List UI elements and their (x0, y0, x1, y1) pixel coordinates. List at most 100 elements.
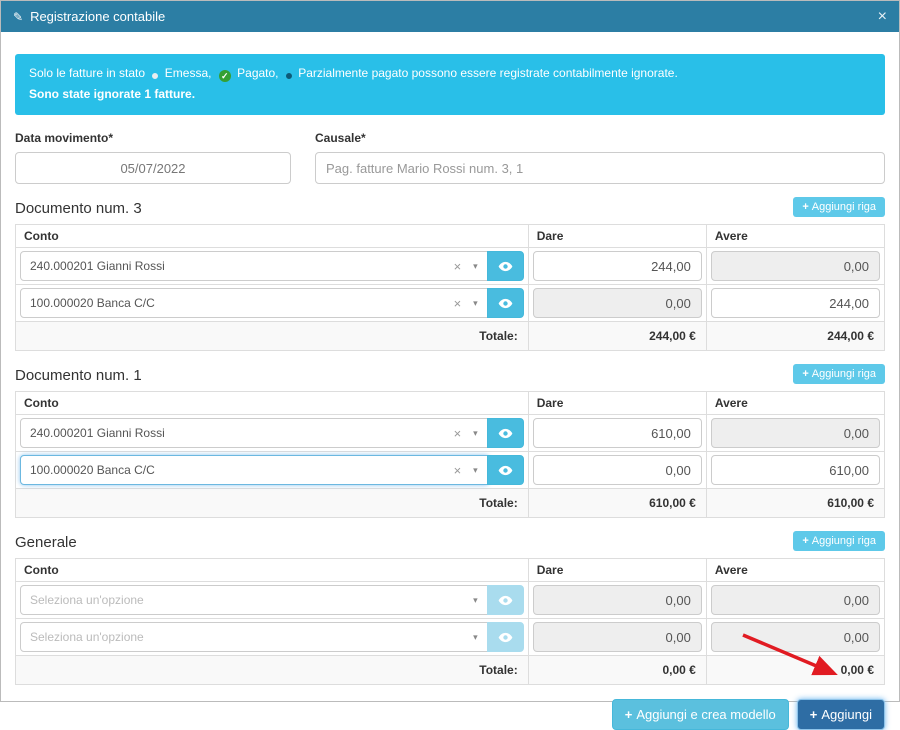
conto-select-value: 240.000201 Gianni Rossi (30, 259, 454, 273)
alert-line-2: Sono state ignorate 1 fatture. (29, 84, 871, 105)
pagato-status-icon: ✓ (219, 70, 231, 82)
chevron-down-icon: ▾ (473, 465, 478, 476)
column-header-conto: Conto (16, 559, 529, 582)
totale-avere: 610,00 € (706, 489, 884, 518)
conto-select[interactable]: Seleziona un'opzione ▾ (20, 585, 488, 615)
dare-input[interactable] (533, 251, 702, 281)
conto-select-value: 100.000020 Banca C/C (30, 463, 454, 477)
aggiungi-e-crea-modello-button[interactable]: +Aggiungi e crea modello (612, 699, 789, 730)
clear-icon[interactable]: × (454, 259, 462, 274)
status-parziale-label: Parzialmente pagato (298, 66, 408, 80)
alert-line-1: Solo le fatture in stato Emessa, ✓ Pagat… (29, 63, 871, 84)
eye-icon (498, 428, 513, 439)
causale-field: Causale* (315, 131, 885, 184)
table-row: 100.000020 Banca C/C × ▾ (16, 452, 885, 489)
table-row: 100.000020 Banca C/C × ▾ (16, 285, 885, 322)
emessa-status-icon (152, 73, 158, 79)
avere-input[interactable] (711, 288, 880, 318)
dare-input[interactable] (533, 455, 702, 485)
clear-icon[interactable]: × (454, 463, 462, 478)
conto-select-placeholder: Seleziona un'opzione (30, 593, 473, 607)
data-movimento-input[interactable] (15, 152, 291, 184)
plus-icon: + (802, 535, 808, 547)
section-generale: Generale +Aggiungi riga Conto Dare Avere… (15, 531, 885, 685)
column-header-conto: Conto (16, 225, 529, 248)
section-documento-3: Documento num. 3 + Aggiungi riga Conto Da… (15, 197, 885, 351)
add-row-label: Aggiungi riga (812, 368, 876, 380)
column-header-dare: Dare (528, 559, 706, 582)
accounting-table: Conto Dare Avere 240.000201 Gianni Rossi… (15, 224, 885, 351)
alert-end-text: possono essere registrate contabilmente … (412, 66, 678, 80)
totale-row: Totale: 0,00 € 0,00 € (16, 656, 885, 685)
eye-icon (498, 261, 513, 272)
chevron-down-icon: ▾ (473, 595, 478, 606)
view-account-button (487, 622, 524, 652)
aggiungi-label: Aggiungi (821, 707, 872, 722)
modal-header: ✎ Registrazione contabile × (1, 1, 899, 32)
view-account-button[interactable] (487, 418, 524, 448)
conto-select[interactable]: 240.000201 Gianni Rossi × ▾ (20, 418, 488, 448)
conto-select[interactable]: 240.000201 Gianni Rossi × ▾ (20, 251, 488, 281)
plus-icon: + (802, 368, 808, 380)
add-row-button[interactable]: + Aggiungi riga (793, 364, 885, 384)
section-title: Documento num. 1 (15, 367, 142, 384)
eye-icon (498, 298, 513, 309)
totale-row: Totale: 610,00 € 610,00 € (16, 489, 885, 518)
table-row: Seleziona un'opzione ▾ (16, 582, 885, 619)
section-title: Documento num. 3 (15, 200, 142, 217)
plus-icon: + (802, 201, 808, 213)
column-header-avere: Avere (706, 559, 884, 582)
table-row: 240.000201 Gianni Rossi × ▾ (16, 415, 885, 452)
accounting-table: Conto Dare Avere 240.000201 Gianni Rossi… (15, 391, 885, 518)
view-account-button[interactable] (487, 455, 524, 485)
column-header-dare: Dare (528, 392, 706, 415)
chevron-down-icon: ▾ (473, 261, 478, 272)
pencil-icon: ✎ (13, 10, 23, 24)
avere-input[interactable] (711, 455, 880, 485)
close-icon[interactable]: × (878, 9, 887, 25)
view-account-button[interactable] (487, 288, 524, 318)
conto-select[interactable]: 100.000020 Banca C/C × ▾ (20, 288, 488, 318)
conto-select[interactable]: 100.000020 Banca C/C × ▾ (20, 455, 488, 485)
modal-title: Registrazione contabile (30, 9, 878, 24)
column-header-avere: Avere (706, 225, 884, 248)
eye-icon (498, 465, 513, 476)
form-row: Data movimento* Causale* (15, 131, 885, 184)
aggiungi-button[interactable]: +Aggiungi (797, 699, 885, 730)
plus-icon: + (810, 707, 818, 722)
alert-intro-text: Solo le fatture in stato (29, 66, 145, 80)
view-account-button (487, 585, 524, 615)
causale-label: Causale* (315, 131, 885, 145)
conto-select-placeholder: Seleziona un'opzione (30, 630, 473, 644)
column-header-conto: Conto (16, 392, 529, 415)
causale-input[interactable] (315, 152, 885, 184)
add-row-button[interactable]: + Aggiungi riga (793, 197, 885, 217)
column-header-avere: Avere (706, 392, 884, 415)
conto-select[interactable]: Seleziona un'opzione ▾ (20, 622, 488, 652)
dare-input[interactable] (533, 418, 702, 448)
status-pagato-label: Pagato, (237, 66, 278, 80)
table-row: Seleziona un'opzione ▾ (16, 619, 885, 656)
plus-icon: + (625, 707, 633, 722)
add-row-button[interactable]: + Aggiungi riga (793, 531, 885, 551)
totale-label: Totale: (16, 489, 529, 518)
avere-input (711, 418, 880, 448)
info-alert: Solo le fatture in stato Emessa, ✓ Pagat… (15, 54, 885, 115)
clear-icon[interactable]: × (454, 296, 462, 311)
clear-icon[interactable]: × (454, 426, 462, 441)
totale-avere: 0,00 € (706, 656, 884, 685)
view-account-button[interactable] (487, 251, 524, 281)
totale-dare: 244,00 € (528, 322, 706, 351)
data-movimento-field: Data movimento* (15, 131, 291, 184)
registrazione-contabile-modal: { "colors": { "header_bg": "#2c7ea4", "a… (0, 0, 900, 702)
totale-label: Totale: (16, 656, 529, 685)
add-row-label: Aggiungi riga (812, 201, 876, 213)
avere-input (711, 251, 880, 281)
eye-icon (498, 632, 513, 643)
dare-input (533, 585, 702, 615)
totale-avere: 244,00 € (706, 322, 884, 351)
dare-input (533, 622, 702, 652)
add-row-label: Aggiungi riga (812, 535, 876, 547)
accounting-table: Conto Dare Avere Seleziona un'opzione ▾ (15, 558, 885, 685)
data-movimento-label: Data movimento* (15, 131, 291, 145)
